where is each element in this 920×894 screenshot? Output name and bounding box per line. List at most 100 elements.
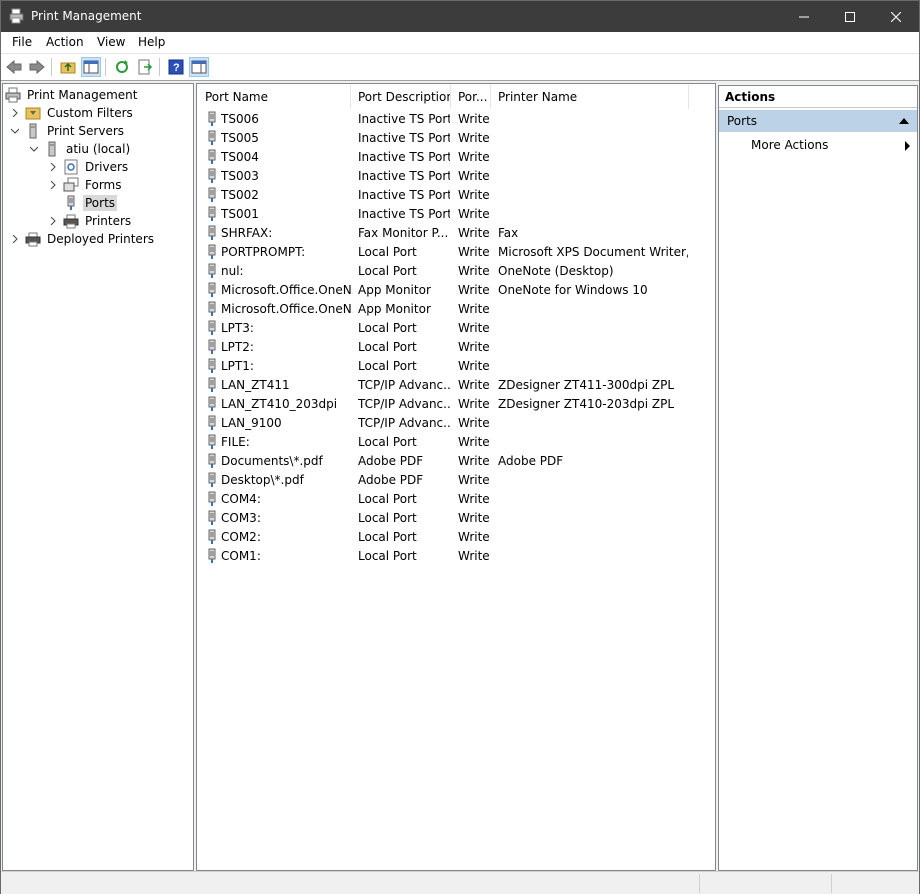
- chevron-right-icon[interactable]: [47, 179, 59, 191]
- back-button[interactable]: [4, 57, 24, 77]
- cell-port-type: Write: [458, 112, 490, 126]
- tree-node-print-servers[interactable]: Print Servers: [9, 122, 126, 140]
- cell-port-type: Write: [458, 150, 490, 164]
- column-header-port-type[interactable]: Por...: [451, 85, 491, 109]
- menu-view[interactable]: View: [97, 35, 125, 49]
- cell-port-name: SHRFAX:: [221, 226, 273, 240]
- server-icon: [25, 123, 41, 139]
- port-icon: [208, 149, 216, 164]
- table-row[interactable]: LPT1: Local Port Write: [197, 357, 715, 376]
- table-row[interactable]: LAN_9100 TCP/IP Advanc... Write: [197, 414, 715, 433]
- table-row[interactable]: TS003 Inactive TS Port Write: [197, 167, 715, 186]
- maximize-button[interactable]: [827, 1, 873, 32]
- console-tree[interactable]: Print Management Custom Filters Print Se…: [2, 83, 194, 871]
- help-button[interactable]: ?: [166, 57, 186, 77]
- table-row[interactable]: Desktop\*.pdf Adobe PDF Write: [197, 471, 715, 490]
- more-actions-item[interactable]: More Actions: [751, 138, 828, 152]
- show-hide-console-tree-button[interactable]: [81, 57, 101, 77]
- table-row[interactable]: LAN_ZT410_203dpi TCP/IP Advanc... Write ZDe…: [197, 395, 715, 414]
- table-row[interactable]: FILE: Local Port Write: [197, 433, 715, 452]
- table-row[interactable]: TS001 Inactive TS Port Write: [197, 205, 715, 224]
- toolbar: ?: [1, 54, 919, 81]
- cell-port-name: LAN_ZT411: [221, 378, 290, 392]
- tree-node-deployed-printers[interactable]: Deployed Printers: [9, 230, 156, 248]
- port-icon: [208, 453, 216, 468]
- chevron-right-icon[interactable]: [9, 107, 21, 119]
- toolbar-separator: [159, 58, 160, 76]
- forward-button[interactable]: [27, 57, 47, 77]
- cell-port-type: Write: [458, 511, 490, 525]
- chevron-right-icon[interactable]: [47, 161, 59, 173]
- toolbar-separator: [105, 58, 106, 76]
- cell-port-type: Write: [458, 131, 490, 145]
- cell-port-description: Adobe PDF: [358, 454, 424, 468]
- up-one-level-button[interactable]: [58, 57, 78, 77]
- collapse-up-icon[interactable]: [899, 118, 909, 124]
- tree-node-drivers[interactable]: Drivers: [47, 158, 130, 176]
- cell-port-name: COM4:: [221, 492, 261, 506]
- cell-port-description: Fax Monitor P...: [358, 226, 449, 240]
- chevron-right-icon[interactable]: [47, 215, 59, 227]
- tree-node-label: Forms: [85, 178, 122, 192]
- tree-node-forms[interactable]: Forms: [47, 176, 123, 194]
- table-row[interactable]: TS005 Inactive TS Port Write: [197, 129, 715, 148]
- table-row[interactable]: LAN_ZT411 TCP/IP Advanc... Write ZDesigner …: [197, 376, 715, 395]
- close-button[interactable]: [873, 1, 919, 32]
- table-row[interactable]: TS006 Inactive TS Port Write: [197, 110, 715, 129]
- table-row[interactable]: LPT2: Local Port Write: [197, 338, 715, 357]
- tree-node-print-management[interactable]: Print Management: [5, 86, 139, 104]
- table-row[interactable]: COM2: Local Port Write: [197, 528, 715, 547]
- table-row[interactable]: COM4: Local Port Write: [197, 490, 715, 509]
- table-row[interactable]: Microsoft.Office.OneN... App Monitor Write…: [197, 281, 715, 300]
- table-row[interactable]: COM1: Local Port Write: [197, 547, 715, 566]
- show-hide-action-pane-button[interactable]: [189, 57, 209, 77]
- port-icon: [208, 206, 216, 221]
- cell-port-type: Write: [458, 302, 490, 316]
- menu-help[interactable]: Help: [138, 35, 165, 49]
- ports-list-view[interactable]: Port Name Port Description Por... Printe…: [196, 83, 716, 871]
- export-list-button[interactable]: [135, 57, 155, 77]
- menu-file[interactable]: File: [12, 35, 32, 49]
- table-row[interactable]: TS002 Inactive TS Port Write: [197, 186, 715, 205]
- cell-port-name: Microsoft.Office.OneN...: [221, 283, 353, 297]
- cell-port-name: COM1:: [221, 549, 261, 563]
- cell-port-description: Local Port: [358, 321, 417, 335]
- table-row[interactable]: Microsoft.Office.OneN... App Monitor Write: [197, 300, 715, 319]
- server-icon: [44, 141, 60, 157]
- column-header-printer-name[interactable]: Printer Name: [491, 85, 689, 109]
- cell-port-type: Write: [458, 226, 490, 240]
- actions-section-ports[interactable]: Ports: [719, 110, 917, 132]
- table-row[interactable]: COM3: Local Port Write: [197, 509, 715, 528]
- cell-port-description: Inactive TS Port: [358, 112, 450, 126]
- port-icon: [208, 130, 216, 145]
- refresh-button[interactable]: [112, 57, 132, 77]
- table-row[interactable]: PORTPROMPT: Local Port Write Microsoft XPS …: [197, 243, 715, 262]
- cell-port-name: PORTPROMPT:: [221, 245, 306, 259]
- column-header-port-description[interactable]: Port Description: [351, 85, 451, 109]
- column-header-port-name[interactable]: Port Name: [198, 85, 351, 109]
- chevron-down-icon[interactable]: [28, 143, 40, 155]
- tree-node-label: atiu (local): [66, 142, 131, 156]
- table-row[interactable]: TS004 Inactive TS Port Write: [197, 148, 715, 167]
- table-row[interactable]: nul: Local Port Write OneNote (Desktop): [197, 262, 715, 281]
- tree-node-ports[interactable]: Ports: [47, 194, 118, 212]
- title-bar[interactable]: Print Management: [1, 1, 919, 32]
- cell-printer-name: Microsoft XPS Document Writer,...: [498, 245, 688, 259]
- cell-port-description: Local Port: [358, 264, 417, 278]
- table-row[interactable]: Documents\*.pdf Adobe PDF Write Adobe PDF: [197, 452, 715, 471]
- minimize-button[interactable]: [781, 1, 827, 32]
- table-row[interactable]: LPT3: Local Port Write: [197, 319, 715, 338]
- chevron-right-icon[interactable]: [9, 233, 21, 245]
- chevron-down-icon[interactable]: [9, 125, 21, 137]
- tree-node-printers[interactable]: Printers: [47, 212, 133, 230]
- port-icon: [208, 301, 216, 316]
- tree-node-atiu-local[interactable]: atiu (local): [28, 140, 132, 158]
- menu-action[interactable]: Action: [46, 35, 84, 49]
- tree-node-custom-filters[interactable]: Custom Filters: [9, 104, 135, 122]
- cell-port-description: Inactive TS Port: [358, 188, 450, 202]
- port-icon: [208, 282, 216, 297]
- actions-header: Actions: [719, 86, 917, 108]
- printer-icon: [25, 231, 41, 247]
- cell-port-description: Inactive TS Port: [358, 207, 450, 221]
- table-row[interactable]: SHRFAX: Fax Monitor P... Write Fax: [197, 224, 715, 243]
